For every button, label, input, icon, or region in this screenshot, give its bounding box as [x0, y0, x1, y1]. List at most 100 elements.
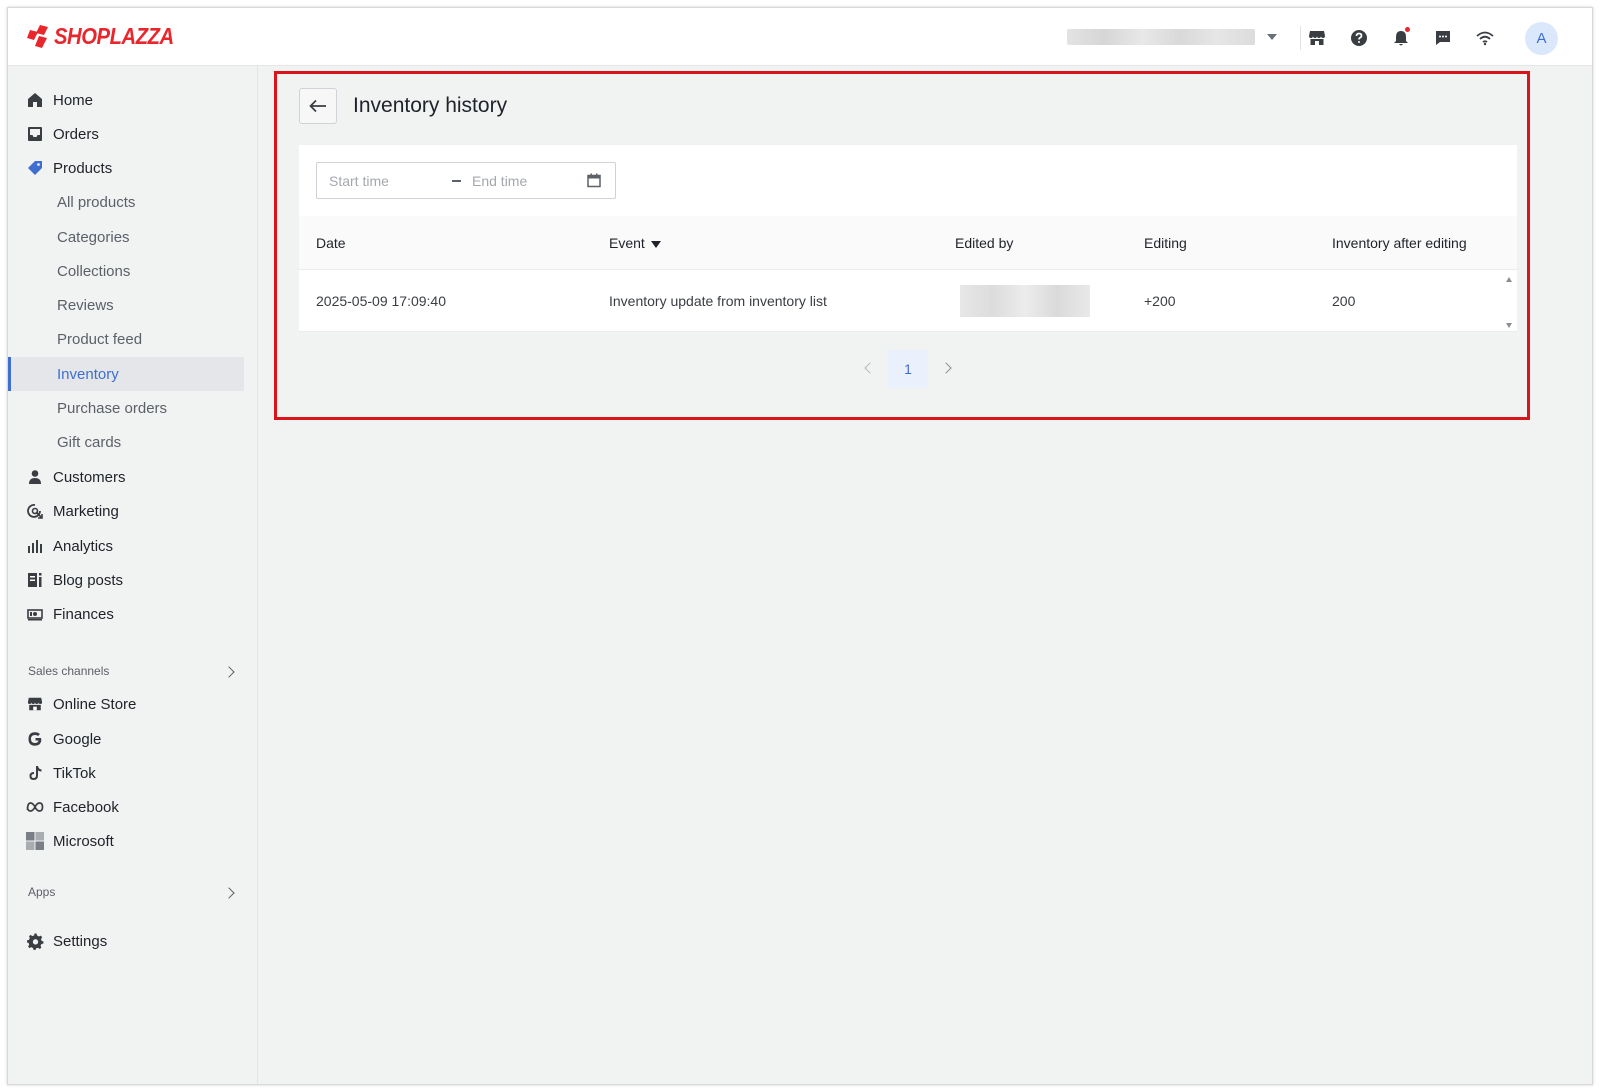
- table-row: 2025-05-09 17:09:40 Inventory update fro…: [299, 270, 1517, 332]
- sidebar-subitem-label: Gift cards: [57, 433, 122, 451]
- top-bar: SHOPLAZZA A: [8, 8, 1592, 66]
- sidebar-item-label: Analytics: [53, 537, 114, 555]
- date-range-picker[interactable]: Start time End time: [316, 162, 616, 199]
- cell-editing: +200: [1144, 293, 1176, 309]
- store-icon: [26, 695, 44, 713]
- gear-icon: [26, 932, 44, 950]
- end-time-input[interactable]: End time: [472, 173, 527, 189]
- sidebar-item-marketing[interactable]: Marketing: [8, 494, 258, 528]
- column-header-event[interactable]: Event: [609, 235, 661, 251]
- next-page-button[interactable]: [940, 362, 952, 374]
- pagination: 1: [8, 350, 1592, 390]
- cell-date: 2025-05-09 17:09:40: [316, 293, 446, 309]
- column-header-inventory-after: Inventory after editing: [1332, 235, 1467, 251]
- scroll-down-arrow-icon[interactable]: [1506, 323, 1512, 328]
- sidebar-item-home[interactable]: Home: [8, 83, 258, 117]
- column-header-edited-by: Edited by: [955, 235, 1014, 251]
- sidebar-item-products[interactable]: Products: [8, 151, 258, 185]
- previous-page-button[interactable]: [864, 362, 876, 374]
- tag-icon: [26, 159, 44, 177]
- sidebar-subitem-collections[interactable]: Collections: [8, 254, 258, 288]
- table-header: Date Event Edited by Editing Inventory a…: [299, 216, 1517, 270]
- sidebar: Home Orders Products All products Catego…: [8, 66, 258, 1084]
- column-header-date: Date: [316, 235, 346, 251]
- sidebar-item-online-store[interactable]: Online Store: [8, 687, 258, 721]
- home-icon: [26, 91, 44, 109]
- sidebar-item-label: Finances: [53, 605, 114, 623]
- sidebar-item-label: Microsoft: [53, 832, 114, 850]
- sidebar-item-label: Settings: [53, 932, 108, 950]
- filter-caret-icon[interactable]: [650, 240, 661, 248]
- shoplazza-logo-icon: [27, 24, 48, 48]
- inbox-icon: [26, 125, 44, 143]
- arrow-left-icon: [309, 99, 326, 113]
- inventory-history-card: Start time End time Date Event Edited by…: [299, 145, 1517, 332]
- messages-button[interactable]: [1432, 27, 1454, 49]
- sidebar-item-microsoft[interactable]: Microsoft: [8, 824, 258, 858]
- scroll-up-arrow-icon[interactable]: [1506, 277, 1512, 282]
- sidebar-subitem-gift-cards[interactable]: Gift cards: [8, 425, 258, 459]
- google-icon: [26, 730, 44, 748]
- app-window: SHOPLAZZA A Home Orders Products All pro…: [7, 7, 1593, 1085]
- target-icon: [26, 502, 44, 520]
- start-time-input[interactable]: Start time: [329, 173, 389, 189]
- brand-name: SHOPLAZZA: [54, 23, 174, 49]
- section-title-apps: Apps: [28, 885, 56, 899]
- wifi-icon: [1476, 31, 1494, 46]
- person-icon: [26, 468, 44, 486]
- sidebar-item-customers[interactable]: Customers: [8, 460, 258, 494]
- column-header-label: Event: [609, 235, 645, 251]
- blog-icon: [26, 571, 44, 589]
- cell-event: Inventory update from inventory list: [609, 293, 827, 309]
- network-status-button[interactable]: [1474, 27, 1496, 49]
- sidebar-item-tiktok[interactable]: TikTok: [8, 756, 258, 790]
- sidebar-item-blog-posts[interactable]: Blog posts: [8, 563, 258, 597]
- sidebar-subitem-label: Collections: [57, 262, 131, 280]
- store-selector[interactable]: [1067, 29, 1287, 45]
- microsoft-icon: [26, 832, 44, 850]
- chat-icon: [1436, 31, 1450, 45]
- sidebar-item-google[interactable]: Google: [8, 722, 258, 756]
- sidebar-item-label: Customers: [53, 468, 126, 486]
- back-button[interactable]: [299, 88, 337, 124]
- column-header-editing: Editing: [1144, 235, 1187, 251]
- meta-icon: [26, 798, 44, 816]
- sidebar-item-settings[interactable]: Settings: [8, 924, 258, 958]
- sidebar-item-label: Facebook: [53, 798, 119, 816]
- sidebar-subitem-label: Categories: [57, 228, 130, 246]
- logo[interactable]: SHOPLAZZA: [26, 23, 190, 50]
- bar-chart-icon: [26, 537, 44, 555]
- sidebar-subitem-label: All products: [57, 193, 136, 211]
- sidebar-item-label: Products: [53, 159, 113, 177]
- sidebar-item-label: TikTok: [53, 764, 96, 782]
- sidebar-subitem-all-products[interactable]: All products: [8, 185, 258, 219]
- avatar[interactable]: A: [1525, 22, 1558, 55]
- sidebar-item-label: Google: [53, 730, 102, 748]
- money-icon: [26, 605, 44, 623]
- store-name-blurred: [1067, 29, 1255, 45]
- sidebar-item-facebook[interactable]: Facebook: [8, 790, 258, 824]
- help-button[interactable]: [1348, 27, 1370, 49]
- sidebar-subitem-label: Product feed: [57, 330, 143, 348]
- cell-inventory-after: 200: [1332, 293, 1356, 309]
- section-title-sales-channels: Sales channels: [28, 664, 110, 678]
- chevron-right-icon[interactable]: [223, 666, 235, 678]
- sidebar-item-label: Online Store: [53, 695, 137, 713]
- sidebar-item-label: Blog posts: [53, 571, 124, 589]
- sidebar-subitem-reviews[interactable]: Reviews: [8, 288, 258, 322]
- page-number-button[interactable]: 1: [888, 350, 928, 388]
- sidebar-item-finances[interactable]: Finances: [8, 597, 258, 631]
- calendar-icon: [587, 173, 601, 193]
- sidebar-item-label: Marketing: [53, 502, 119, 520]
- page-title: Inventory history: [353, 94, 508, 117]
- sidebar-item-label: Orders: [53, 125, 99, 143]
- store-icon: [1309, 31, 1325, 45]
- notifications-button[interactable]: [1390, 27, 1412, 49]
- sidebar-subitem-categories[interactable]: Categories: [8, 220, 258, 254]
- chevron-right-icon[interactable]: [223, 887, 235, 899]
- online-store-button[interactable]: [1306, 27, 1328, 49]
- notification-badge: [1405, 27, 1410, 32]
- sidebar-subitem-purchase-orders[interactable]: Purchase orders: [8, 391, 258, 425]
- sidebar-item-analytics[interactable]: Analytics: [8, 529, 258, 563]
- sidebar-item-orders[interactable]: Orders: [8, 117, 258, 151]
